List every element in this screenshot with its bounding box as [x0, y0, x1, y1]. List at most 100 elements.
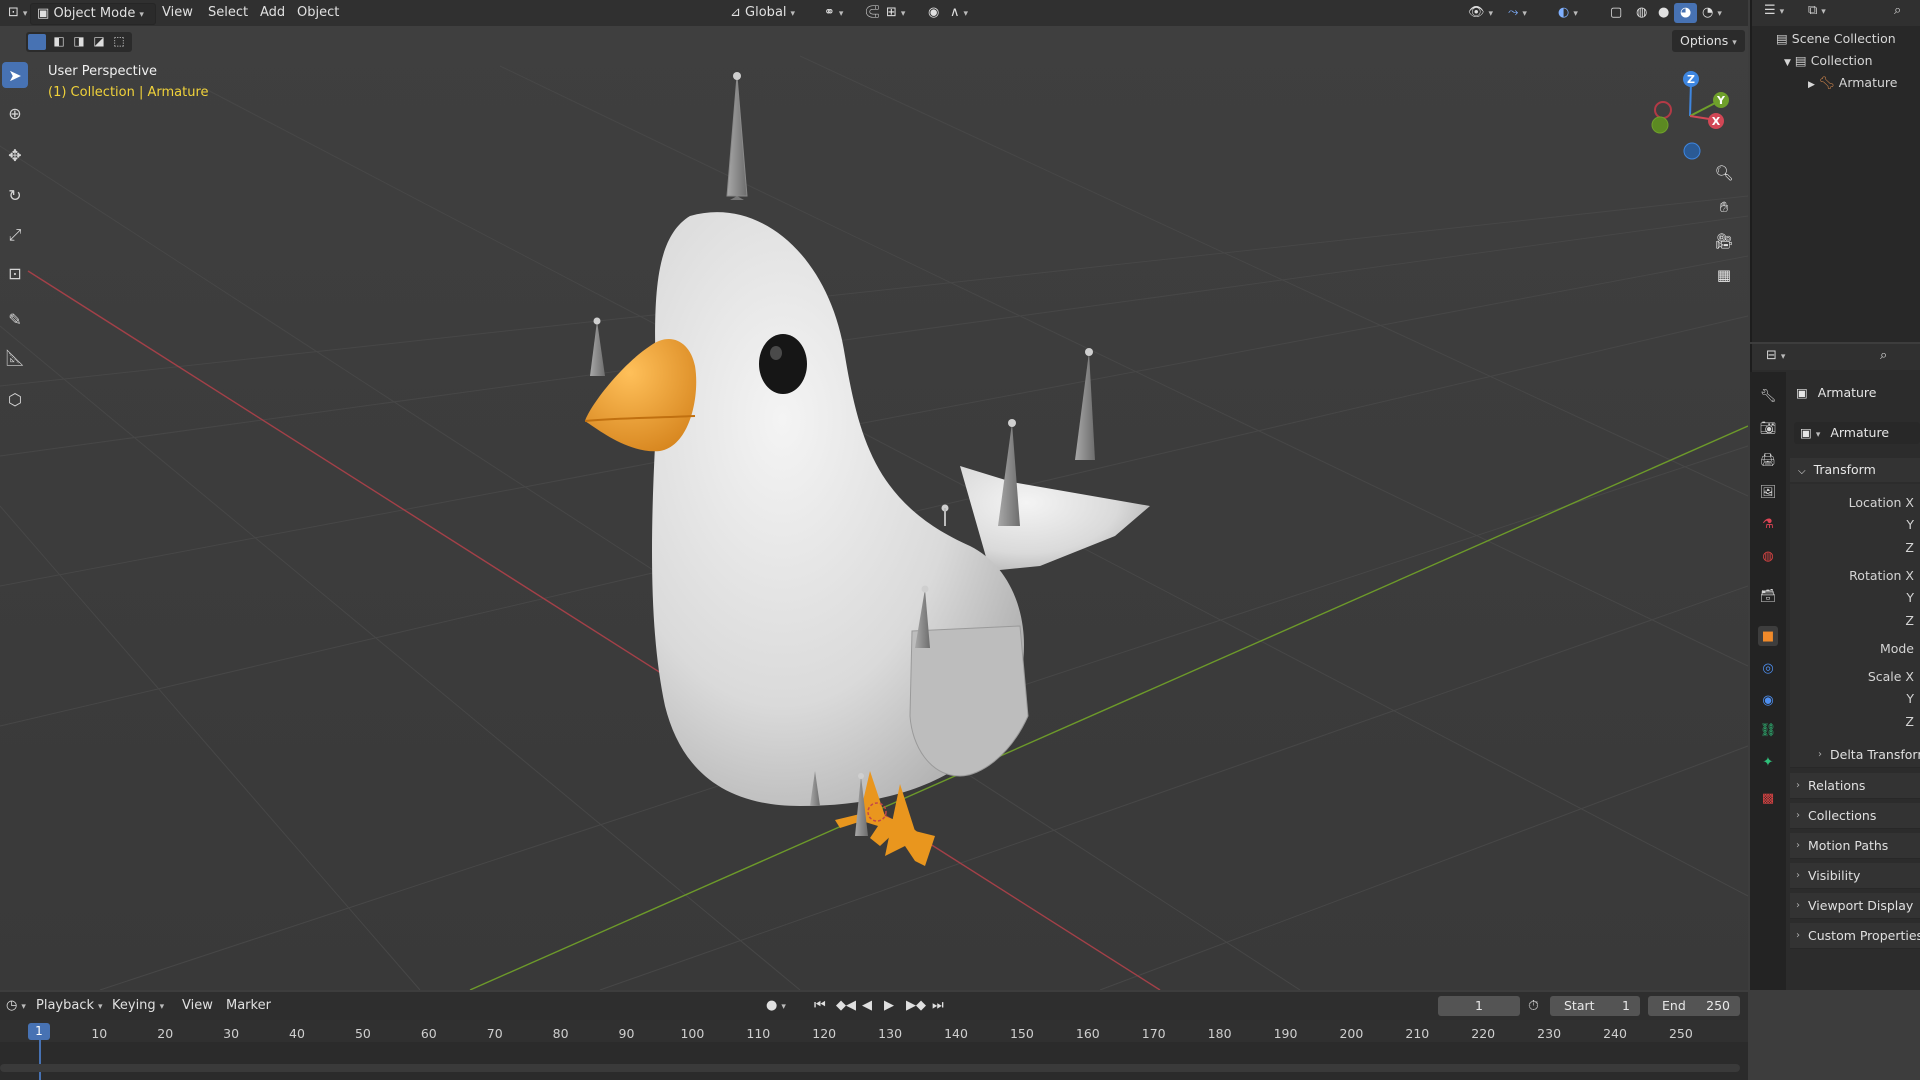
visibility-icon[interactable]: 👁︎ ▾: [1462, 3, 1499, 23]
playhead-marker[interactable]: 1: [28, 1023, 50, 1040]
timeline-tick: 180: [1207, 1026, 1232, 1041]
relations-panel[interactable]: › Relations: [1790, 773, 1920, 799]
falloff-icon[interactable]: ∧ ▾: [944, 3, 974, 23]
menu-object[interactable]: Object: [291, 3, 345, 23]
collection-row[interactable]: ▼ ▤ Collection: [1784, 53, 1873, 68]
jump-start-icon[interactable]: ⏮: [808, 996, 832, 1016]
editor-type-button[interactable]: ⊡ ▾: [2, 3, 33, 23]
material-shading-icon[interactable]: ◕: [1674, 3, 1698, 23]
armature-expand-icon[interactable]: ▶: [1808, 80, 1815, 90]
timeline[interactable]: 1 10 20 30 40 50 60 70 80 90 100 110 120 130 140 150 16…: [0, 1020, 1748, 1080]
delta-transform-panel[interactable]: › Delta Transform: [1790, 742, 1920, 768]
properties-editor-icon[interactable]: ⊟ ▾: [1766, 348, 1785, 363]
gizmo-neg-y-icon[interactable]: [1651, 116, 1669, 134]
move-tool-icon[interactable]: ✥: [2, 142, 28, 168]
preview-range-icon[interactable]: ⏱: [1528, 998, 1539, 1014]
world-tab-icon[interactable]: ◍: [1758, 546, 1778, 566]
transform-panel-header[interactable]: ⌵ Transform: [1790, 458, 1920, 482]
transform-tool-icon[interactable]: ⊡: [2, 260, 28, 286]
annotate-tool-icon[interactable]: ✎: [2, 306, 28, 332]
motion-paths-panel[interactable]: › Motion Paths: [1790, 833, 1920, 859]
viewport-display-panel[interactable]: › Viewport Display: [1790, 893, 1920, 919]
play-reverse-icon[interactable]: ◀: [856, 996, 878, 1016]
menu-add[interactable]: Add: [254, 3, 291, 23]
end-frame-field[interactable]: End 250: [1648, 996, 1740, 1016]
select-new-icon[interactable]: [28, 34, 46, 50]
camera-view-icon[interactable]: 🎥︎: [1711, 228, 1737, 254]
pan-hand-icon[interactable]: ✋︎: [1711, 194, 1737, 220]
rendered-shading-icon[interactable]: ◔ ▾: [1696, 3, 1728, 23]
jump-end-icon[interactable]: ⏭: [926, 996, 950, 1016]
collection-tab-icon[interactable]: 🗃︎: [1758, 586, 1778, 606]
marker-menu[interactable]: Marker: [220, 996, 277, 1016]
play-icon[interactable]: ▶: [878, 996, 900, 1016]
auto-keying-icon[interactable]: ● ▾: [760, 996, 792, 1016]
transform-orientation-dropdown[interactable]: ⊿ Global ▾: [724, 3, 820, 23]
xray-icon[interactable]: ▢: [1604, 3, 1628, 23]
armature-row[interactable]: ▶ 🦴︎ Armature: [1808, 75, 1897, 91]
wireframe-shading-icon[interactable]: ◍: [1630, 3, 1653, 23]
view-layer-tab-icon[interactable]: 🖼︎: [1758, 482, 1778, 502]
proportional-edit-icon[interactable]: ◉: [922, 3, 945, 23]
start-frame-field[interactable]: Start 1: [1550, 996, 1640, 1016]
current-frame-field[interactable]: 1: [1438, 996, 1520, 1016]
overlays-icon[interactable]: ◐ ▾: [1552, 3, 1584, 23]
visibility-panel[interactable]: › Visibility: [1790, 863, 1920, 889]
options-dropdown[interactable]: Options ▾: [1672, 30, 1745, 52]
timeline-tick: 40: [289, 1026, 305, 1041]
timeline-view-menu[interactable]: View: [176, 996, 219, 1016]
timeline-editor-icon[interactable]: ◷ ▾: [0, 996, 32, 1016]
collections-panel[interactable]: › Collections: [1790, 803, 1920, 829]
render-tab-icon[interactable]: 📷︎: [1758, 418, 1778, 438]
scene-tab-icon[interactable]: ⚗: [1758, 514, 1778, 534]
custom-properties-chevron-icon: ›: [1796, 930, 1800, 941]
select-extend-icon[interactable]: ◧: [50, 34, 68, 50]
keying-menu[interactable]: Keying ▾: [106, 996, 170, 1016]
solid-shading-icon[interactable]: ●: [1652, 3, 1675, 23]
scene-collection-row[interactable]: ▤ Scene Collection: [1776, 31, 1896, 46]
outliner-search-icon[interactable]: ⌕: [1894, 3, 1901, 18]
display-mode-icon[interactable]: ⧉ ▾: [1808, 3, 1826, 18]
snap-target-icon[interactable]: ⊞ ▾: [880, 3, 911, 23]
select-intersect-icon[interactable]: ⬚: [110, 34, 128, 50]
add-cube-tool-icon[interactable]: ⬡: [2, 386, 28, 412]
timeline-tick: 170: [1141, 1026, 1166, 1041]
select-invert-icon[interactable]: ◪: [90, 34, 108, 50]
pivot-point-icon[interactable]: ⚭ ▾: [818, 3, 849, 23]
constraints-tab-icon[interactable]: ⛓: [1758, 720, 1778, 740]
modifier-tab-icon[interactable]: ◎: [1758, 658, 1778, 678]
mode-dropdown[interactable]: ▣ Object Mode ▾: [30, 3, 156, 25]
custom-properties-panel[interactable]: › Custom Properties: [1790, 923, 1920, 949]
collection-expand-icon[interactable]: ▼: [1784, 58, 1791, 68]
gizmo-neg-z-icon[interactable]: [1683, 142, 1701, 160]
gizmo-neg-x-icon[interactable]: [1654, 101, 1672, 119]
physics-tab-icon[interactable]: ◉: [1758, 690, 1778, 710]
mode-icon: ▣: [37, 6, 50, 21]
scale-x-label: Scale X: [1867, 669, 1914, 684]
select-tool-icon[interactable]: ➤: [2, 62, 28, 88]
measure-tool-icon[interactable]: 📐︎: [2, 344, 28, 370]
object-tab-icon[interactable]: ■: [1758, 626, 1778, 646]
scale-tool-icon[interactable]: ⤢: [2, 222, 28, 248]
playback-menu[interactable]: Playback ▾: [30, 996, 109, 1016]
timeline-scrollbar[interactable]: [0, 1064, 1740, 1072]
gizmo-toggle-icon[interactable]: ⤳ ▾: [1502, 3, 1533, 23]
properties-search-icon[interactable]: ⌕: [1880, 348, 1887, 363]
outliner-editor-icon[interactable]: ☰ ▾: [1764, 3, 1784, 18]
select-subtract-icon[interactable]: ◨: [70, 34, 88, 50]
menu-select[interactable]: Select: [202, 3, 254, 23]
object-name-field[interactable]: ▣ ▾ Armature: [1794, 422, 1920, 444]
texture-tab-icon[interactable]: ▩: [1758, 788, 1778, 808]
output-tab-icon[interactable]: 🖨︎: [1758, 450, 1778, 470]
armature-data-tab-icon[interactable]: ✦: [1758, 752, 1778, 772]
end-label: End: [1662, 998, 1686, 1013]
navigation-gizmo[interactable]: Z Y X: [1640, 64, 1740, 164]
playback-label: Playback: [36, 998, 95, 1013]
3d-viewport[interactable]: User Perspective (1) Collection | Armatu…: [0, 26, 1748, 990]
menu-view[interactable]: View: [156, 3, 199, 23]
cursor-tool-icon[interactable]: ⊕: [2, 100, 28, 126]
rotate-tool-icon[interactable]: ↻: [2, 182, 28, 208]
tool-tab-icon[interactable]: 🔧︎: [1758, 386, 1778, 406]
ortho-toggle-icon[interactable]: ▦: [1711, 262, 1737, 288]
zoom-icon[interactable]: 🔍︎: [1711, 160, 1737, 186]
